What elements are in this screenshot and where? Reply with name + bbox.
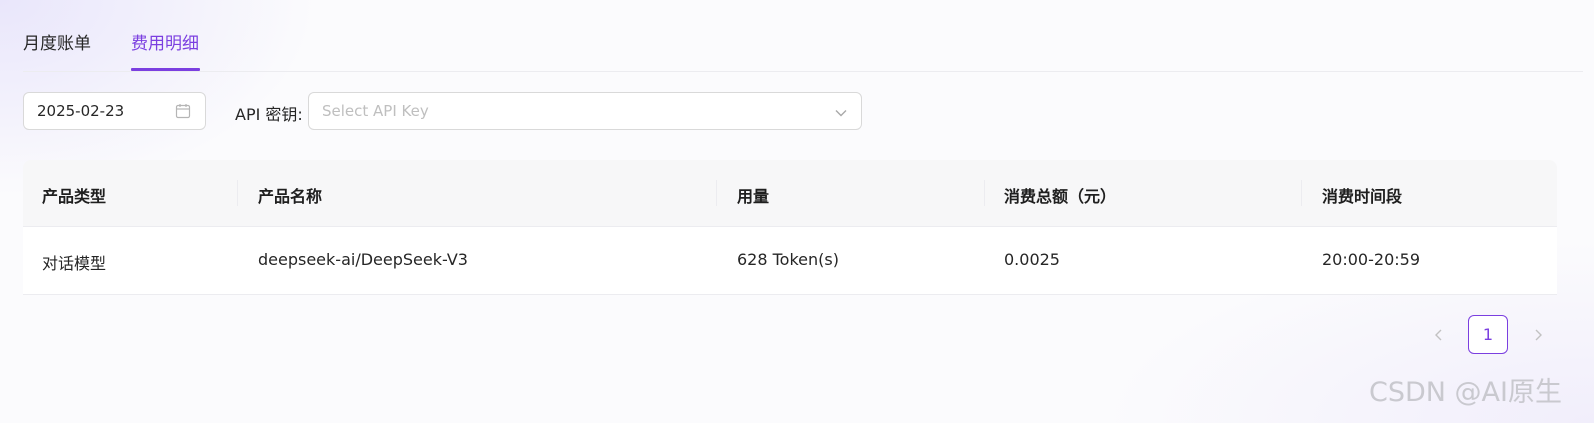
cell-product-type: 对话模型 [42, 254, 107, 273]
api-key-select[interactable] [308, 92, 862, 130]
column-header-time-period: 消费时间段 [1322, 187, 1403, 206]
table-row: 对话模型 deepseek-ai/DeepSeek-V3 628 Token(s… [23, 227, 1557, 295]
chevron-down-icon [834, 105, 848, 119]
cell-time-period: 20:00-20:59 [1322, 250, 1420, 269]
api-key-label: API 密钥: [235, 105, 303, 124]
column-separator [237, 180, 238, 206]
column-header-usage: 用量 [737, 187, 770, 206]
column-separator [1301, 180, 1302, 206]
chevron-left-icon [1435, 329, 1442, 341]
next-page-button[interactable] [1529, 326, 1547, 344]
column-header-total-cost: 消费总额（元） [1004, 187, 1117, 206]
api-key-input[interactable] [322, 101, 802, 121]
date-value: 2025-02-23 [37, 102, 125, 120]
cell-total-cost: 0.0025 [1004, 250, 1060, 269]
table-header: 产品类型 产品名称 用量 消费总额（元） 消费时间段 [23, 160, 1557, 227]
column-header-product-type: 产品类型 [42, 187, 107, 206]
column-separator [716, 180, 717, 206]
tab-monthly-bill[interactable]: 月度账单 [23, 32, 91, 56]
tab-cost-details[interactable]: 费用明细 [131, 32, 199, 56]
cost-table: 产品类型 产品名称 用量 消费总额（元） 消费时间段 对话模型 deepseek… [23, 160, 1557, 295]
calendar-icon [175, 103, 191, 119]
date-picker[interactable]: 2025-02-23 [23, 92, 206, 130]
column-header-product-name: 产品名称 [258, 187, 323, 206]
cell-usage: 628 Token(s) [737, 250, 839, 269]
cell-product-name: deepseek-ai/DeepSeek-V3 [258, 250, 468, 269]
previous-page-button[interactable] [1430, 326, 1448, 344]
tab-bar: 月度账单 费用明细 [23, 0, 1583, 72]
page-number-button[interactable]: 1 [1468, 315, 1508, 354]
chevron-right-icon [1535, 329, 1542, 341]
column-separator [984, 180, 985, 206]
active-tab-indicator [131, 68, 200, 71]
watermark: CSDN @AI原生 [1369, 377, 1562, 408]
